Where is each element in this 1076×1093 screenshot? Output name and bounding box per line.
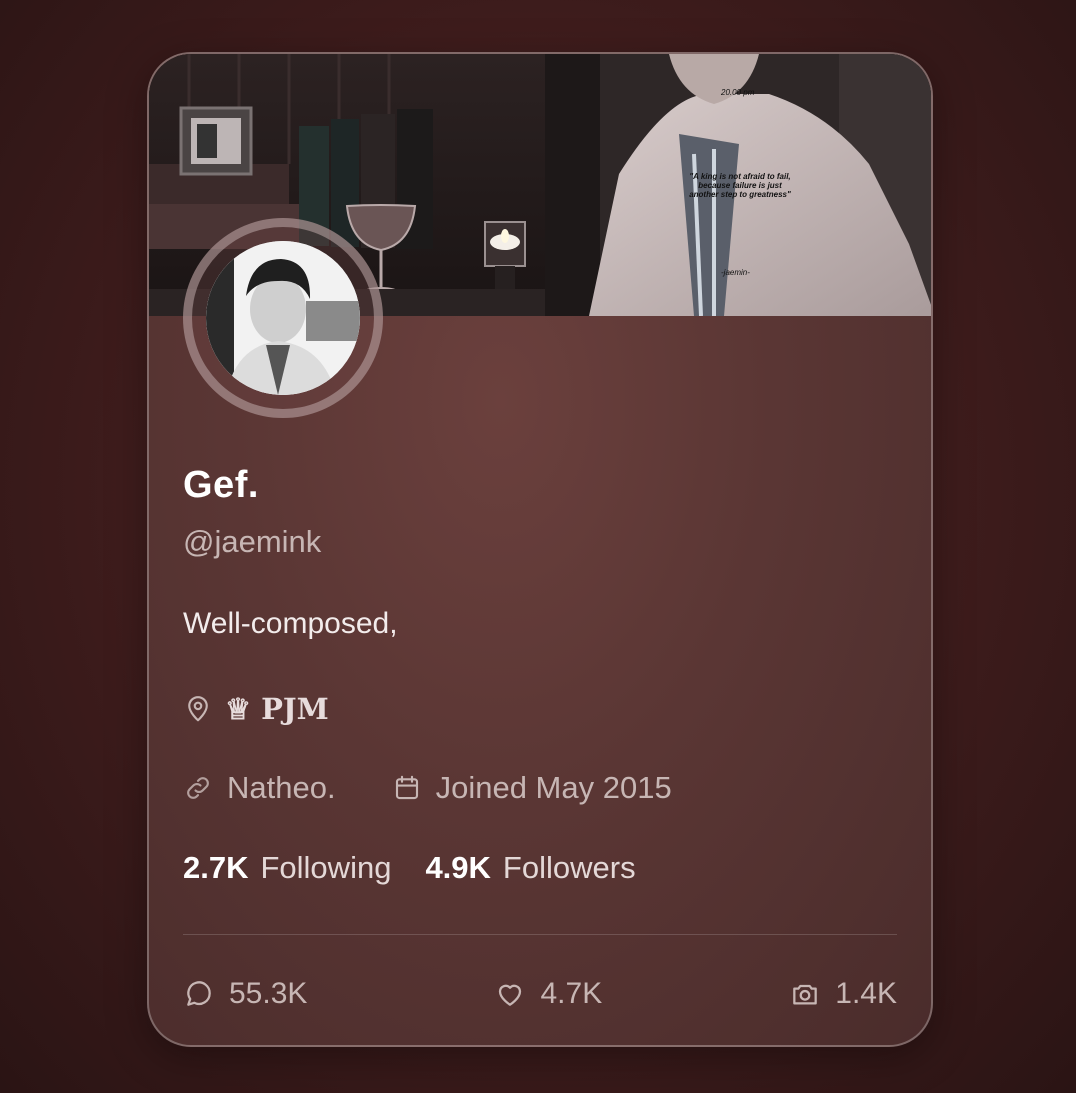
- profile-location: ♕ PJM: [183, 689, 329, 729]
- banner-signature-text: -jaemin-: [721, 268, 750, 277]
- speech-bubble-icon: [183, 977, 217, 1011]
- following-stat[interactable]: 2.7K Following: [183, 850, 391, 886]
- media-count: 1.4K: [835, 977, 897, 1010]
- followers-count: 4.9K: [425, 850, 491, 885]
- followers-stat[interactable]: 4.9K Followers: [425, 850, 635, 886]
- replies-button[interactable]: 55.3K: [183, 977, 307, 1011]
- avatar[interactable]: [206, 241, 360, 395]
- profile-joined-date: Joined May 2015: [435, 770, 672, 805]
- likes-button[interactable]: 4.7K: [494, 977, 602, 1011]
- replies-count: 55.3K: [229, 977, 308, 1010]
- following-label: Following: [260, 850, 392, 885]
- profile-handle: @jaemink: [183, 524, 322, 559]
- map-pin-icon: [183, 693, 215, 725]
- banner-time-text: 20.00 pm: [721, 88, 755, 97]
- divider: [183, 934, 897, 935]
- calendar-icon: [392, 772, 424, 804]
- profile-location-text: ♕ PJM: [225, 692, 329, 726]
- media-button[interactable]: 1.4K: [789, 977, 897, 1011]
- profile-display-name: Gef.: [183, 464, 259, 506]
- avatar-photo: [206, 241, 360, 395]
- profile-bio: Well-composed,: [183, 607, 398, 640]
- following-count: 2.7K: [183, 850, 249, 885]
- camera-icon: [789, 977, 823, 1011]
- action-bar: 55.3K 4.7K 1.4K: [183, 972, 897, 1016]
- banner-quote-text: "A king is not afraid to fail, because f…: [689, 172, 791, 199]
- followers-label: Followers: [502, 850, 636, 885]
- heart-icon: [494, 977, 528, 1011]
- profile-website-link[interactable]: Natheo.: [227, 770, 336, 806]
- profile-card: 20.00 pm "A king is not afraid to fail, …: [147, 52, 933, 1047]
- link-icon: [183, 772, 215, 804]
- profile-meta: Natheo. Joined May 2015: [183, 766, 672, 810]
- profile-stats: 2.7K Following 4.9K Followers: [183, 846, 636, 890]
- likes-count: 4.7K: [540, 977, 603, 1010]
